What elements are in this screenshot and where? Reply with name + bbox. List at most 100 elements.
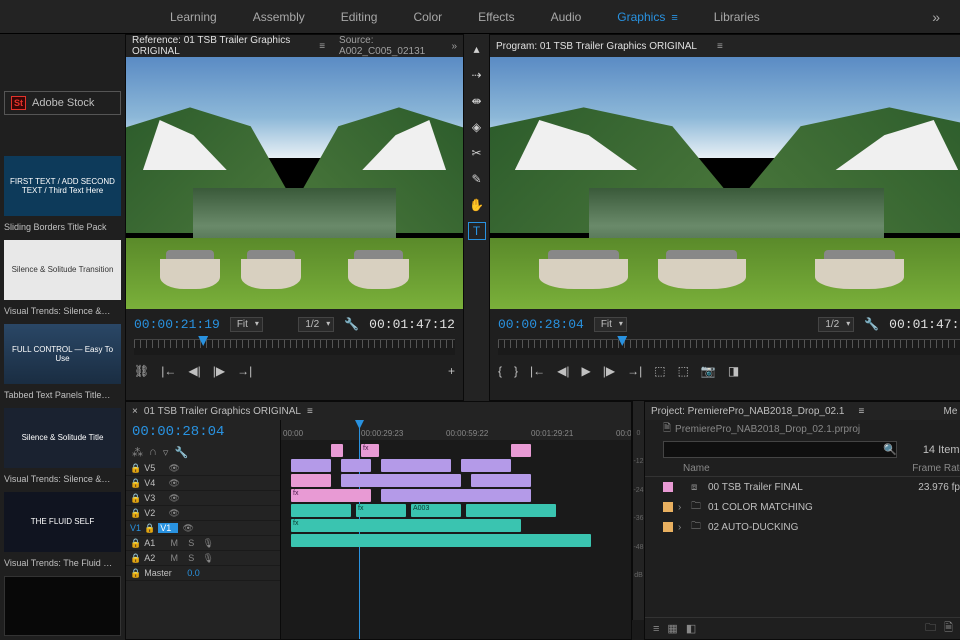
reference-fit-dropdown[interactable]: Fit — [230, 317, 263, 332]
timeline-tab[interactable]: 01 TSB Trailer Graphics ORIGINAL — [144, 406, 301, 417]
panel-menu-icon[interactable]: ≡ — [319, 41, 325, 52]
template-thumb[interactable]: Silence & Solitude Title — [4, 408, 121, 468]
wrench-icon[interactable]: 🔧 — [344, 317, 359, 331]
slip-tool-icon[interactable]: ◈ — [468, 118, 486, 136]
clip[interactable] — [291, 474, 331, 487]
hand-tool-icon[interactable]: ✋ — [468, 196, 486, 214]
project-item[interactable]: › 🗀 01 COLOR MATCHING — [663, 497, 960, 517]
snap-icon[interactable]: ⁂ — [132, 446, 143, 459]
expand-icon[interactable]: › — [678, 502, 686, 513]
workspace-libraries[interactable]: Libraries — [714, 10, 760, 24]
new-item-icon[interactable]: 🗎 — [944, 619, 953, 638]
marker-icon[interactable]: ▿ — [163, 446, 169, 459]
reference-scrubber[interactable] — [134, 339, 455, 355]
adobe-stock-button[interactable]: St Adobe Stock — [4, 91, 121, 115]
goto-out-icon[interactable]: →| — [627, 364, 642, 378]
video-track[interactable]: 🔒V4👁 — [126, 476, 280, 491]
audio-track[interactable]: 🔒A1MS🎙 — [126, 536, 280, 551]
workspace-overflow-icon[interactable]: » — [932, 9, 940, 25]
mark-out-icon[interactable]: } — [514, 364, 518, 378]
column-name[interactable]: Name — [683, 463, 912, 474]
clip[interactable] — [461, 459, 511, 472]
settings-icon[interactable]: 🔧 — [174, 446, 188, 459]
program-fit-dropdown[interactable]: Fit — [594, 317, 627, 332]
step-back-icon[interactable]: ◀| — [188, 364, 200, 378]
type-tool-icon[interactable]: T — [468, 222, 486, 240]
list-view-icon[interactable]: ≡ — [653, 623, 659, 635]
clip[interactable] — [471, 474, 531, 487]
clip[interactable] — [331, 444, 343, 457]
workspace-graphics[interactable]: Graphics — [617, 10, 677, 24]
clip[interactable]: fx — [291, 519, 521, 532]
new-bin-icon[interactable]: 🗀 — [925, 619, 936, 638]
template-thumb[interactable]: FULL CONTROL — Easy To Use — [4, 324, 121, 384]
linked-icon[interactable]: ∩ — [149, 446, 157, 459]
reference-tab[interactable]: Reference: 01 TSB Trailer Graphics ORIGI… — [132, 35, 299, 57]
master-track[interactable]: 🔒Master0.0 — [126, 566, 280, 581]
wrench-icon[interactable]: 🔧 — [864, 317, 879, 331]
project-item[interactable]: › 🗀 02 AUTO-DUCKING — [663, 517, 960, 537]
project-tab[interactable]: Project: PremierePro_NAB2018_Drop_02.1 — [651, 406, 844, 417]
clip[interactable] — [291, 504, 351, 517]
icon-view-icon[interactable]: ▦ — [667, 622, 677, 635]
column-framerate[interactable]: Frame Rate — [912, 463, 960, 474]
clip[interactable]: fx — [361, 444, 379, 457]
clip[interactable] — [511, 444, 531, 457]
program-scrubber[interactable] — [498, 339, 960, 355]
reference-frame[interactable] — [126, 57, 463, 309]
razor-tool-icon[interactable]: ✂ — [468, 144, 486, 162]
workspace-learning[interactable]: Learning — [170, 10, 217, 24]
video-track[interactable]: 🔒V3👁 — [126, 491, 280, 506]
extract-icon[interactable]: ⬚ — [678, 364, 689, 378]
program-tc-in[interactable]: 00:00:28:04 — [498, 317, 584, 332]
goto-in-icon[interactable]: |← — [161, 364, 176, 378]
clip[interactable]: A003 — [411, 504, 461, 517]
media-browser-tab[interactable]: Me — [944, 406, 958, 417]
video-track[interactable]: 🔒V5👁 — [126, 461, 280, 476]
step-fwd-icon[interactable]: |▶ — [603, 364, 615, 378]
timeline-ruler[interactable]: 00:00 00:00:29:23 00:00:59:22 00:01:29:2… — [281, 420, 631, 440]
clip[interactable]: fx — [356, 504, 406, 517]
project-search-input[interactable] — [663, 441, 897, 458]
template-thumb[interactable] — [4, 576, 121, 636]
clip[interactable] — [291, 459, 331, 472]
freeform-view-icon[interactable]: ◧ — [686, 622, 696, 635]
program-frame[interactable] — [490, 57, 960, 309]
panel-menu-icon[interactable]: ≡ — [858, 406, 864, 417]
selection-tool-icon[interactable]: ▴ — [468, 40, 486, 58]
template-thumb[interactable]: FIRST TEXT / ADD SECOND TEXT / Third Tex… — [4, 156, 121, 216]
expand-icon[interactable]: › — [678, 522, 686, 533]
export-frame-icon[interactable]: 📷 — [701, 364, 716, 378]
step-back-icon[interactable]: ◀| — [557, 364, 569, 378]
panel-menu-icon[interactable]: ≡ — [717, 41, 723, 52]
clip[interactable] — [341, 459, 371, 472]
clip[interactable] — [381, 489, 531, 502]
panel-menu-icon[interactable]: ≡ — [307, 406, 313, 417]
workspace-audio[interactable]: Audio — [551, 10, 582, 24]
reference-res-dropdown[interactable]: 1/2 — [298, 317, 334, 332]
ripple-tool-icon[interactable]: ⇼ — [468, 92, 486, 110]
pen-tool-icon[interactable]: ✎ — [468, 170, 486, 188]
goto-in-icon[interactable]: |← — [530, 364, 545, 378]
goto-out-icon[interactable]: →| — [237, 364, 252, 378]
timeline-timecode[interactable]: 00:00:28:04 — [126, 420, 280, 444]
timeline-tracks-area[interactable]: 00:00 00:00:29:23 00:00:59:22 00:01:29:2… — [281, 420, 631, 639]
clip[interactable]: fx — [291, 489, 371, 502]
video-track[interactable]: V1🔒V1👁 — [126, 521, 280, 536]
program-tab[interactable]: Program: 01 TSB Trailer Graphics ORIGINA… — [496, 41, 697, 52]
lift-icon[interactable]: ⬚ — [654, 364, 665, 378]
clip[interactable] — [466, 504, 556, 517]
program-res-dropdown[interactable]: 1/2 — [818, 317, 854, 332]
clip[interactable] — [381, 459, 451, 472]
template-thumb[interactable]: Silence & Solitude Transition — [4, 240, 121, 300]
plus-icon[interactable]: + — [448, 364, 455, 378]
template-thumb[interactable]: THE FLUID SELF — [4, 492, 121, 552]
track-select-tool-icon[interactable]: ⇢ — [468, 66, 486, 84]
play-icon[interactable]: ▶ — [582, 364, 591, 378]
workspace-effects[interactable]: Effects — [478, 10, 514, 24]
workspace-editing[interactable]: Editing — [341, 10, 378, 24]
source-tab[interactable]: Source: A002_C005_02131 — [339, 35, 437, 57]
tab-overflow-icon[interactable]: » — [451, 41, 457, 52]
reference-tc-in[interactable]: 00:00:21:19 — [134, 317, 220, 332]
workspace-color[interactable]: Color — [413, 10, 442, 24]
